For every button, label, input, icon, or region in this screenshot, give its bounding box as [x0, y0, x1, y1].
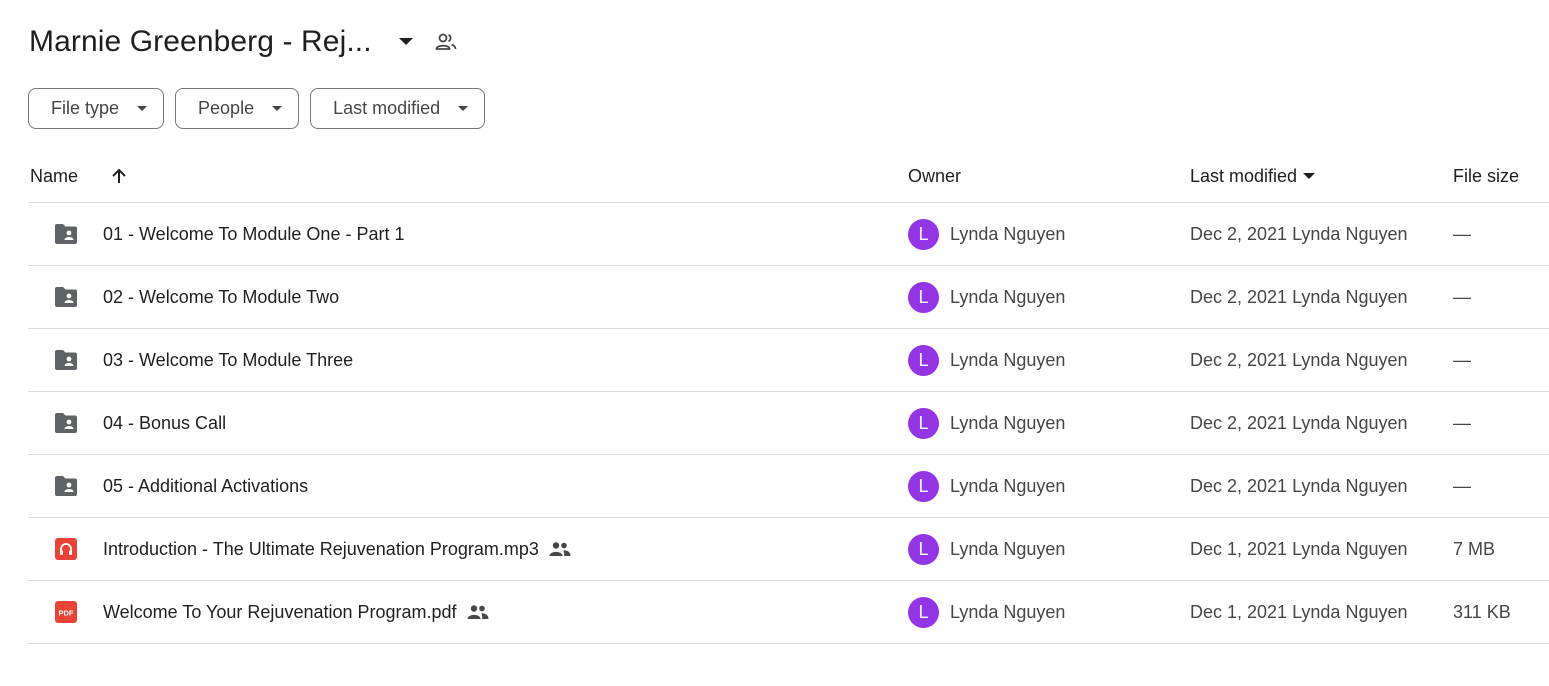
- table-row[interactable]: 05 - Additional Activations L Lynda Nguy…: [28, 455, 1549, 518]
- shared-folder-icon: [52, 329, 80, 391]
- shared-folder-icon: [52, 455, 80, 517]
- owner-avatar[interactable]: L: [908, 407, 939, 439]
- file-size-value: —: [1453, 223, 1471, 244]
- shared-people-button[interactable]: [428, 24, 464, 60]
- file-size-value: —: [1453, 286, 1471, 307]
- last-modified-filter-label: Last modified: [333, 98, 441, 118]
- page-title[interactable]: Marnie Greenberg - Rej...: [29, 25, 372, 59]
- caret-down-icon: [137, 106, 148, 111]
- title-dropdown-button[interactable]: [388, 24, 424, 60]
- people-icon: [435, 33, 457, 50]
- svg-text:PDF: PDF: [59, 609, 74, 618]
- owner-name: Lynda Nguyen: [950, 538, 1066, 559]
- owner-name: Lynda Nguyen: [950, 601, 1066, 622]
- owner-avatar[interactable]: L: [908, 218, 939, 250]
- file-type-filter[interactable]: File type: [28, 88, 165, 129]
- file-name: 05 - Additional Activations: [103, 475, 309, 496]
- file-list: Name Owner Last modified File size 01 - …: [28, 150, 1549, 644]
- last-modified-value: Dec 2, 2021 Lynda Nguyen: [1190, 223, 1408, 244]
- last-modified-value: Dec 1, 2021 Lynda Nguyen: [1190, 538, 1408, 559]
- last-modified-column-header[interactable]: Last modified: [1190, 150, 1316, 202]
- last-modified-value: Dec 2, 2021 Lynda Nguyen: [1190, 475, 1408, 496]
- file-name: Introduction - The Ultimate Rejuvenation…: [103, 538, 539, 559]
- file-size-value: 311 KB: [1453, 601, 1511, 622]
- owner-name: Lynda Nguyen: [950, 475, 1066, 496]
- table-row[interactable]: 02 - Welcome To Module Two L Lynda Nguye…: [28, 266, 1549, 329]
- last-modified-value: Dec 1, 2021 Lynda Nguyen: [1190, 601, 1408, 622]
- shared-people-icon: [467, 604, 489, 620]
- caret-down-icon: [398, 38, 413, 45]
- shared-folder-icon: [52, 392, 80, 454]
- shared-folder-icon: [52, 266, 80, 328]
- owner-name: Lynda Nguyen: [950, 223, 1066, 244]
- last-modified-filter[interactable]: Last modified: [310, 88, 486, 129]
- people-filter-label: People: [198, 98, 255, 118]
- owner-avatar[interactable]: L: [908, 281, 939, 313]
- file-name: 03 - Welcome To Module Three: [103, 349, 354, 370]
- owner-avatar[interactable]: L: [908, 533, 939, 565]
- owner-name: Lynda Nguyen: [950, 286, 1066, 307]
- filter-bar: File type People Last modified: [28, 88, 486, 129]
- owner-avatar[interactable]: L: [908, 596, 939, 628]
- file-size-value: 7 MB: [1453, 538, 1496, 559]
- arrow-up-icon: [112, 168, 126, 183]
- table-header: Name Owner Last modified File size: [28, 150, 1549, 203]
- last-modified-value: Dec 2, 2021 Lynda Nguyen: [1190, 286, 1408, 307]
- table-row[interactable]: 04 - Bonus Call L Lynda Nguyen Dec 2, 20…: [28, 392, 1549, 455]
- sort-direction-button[interactable]: [108, 165, 130, 187]
- owner-avatar[interactable]: L: [908, 470, 939, 502]
- owner-avatar[interactable]: L: [908, 344, 939, 376]
- file-size-column-header: File size: [1453, 165, 1520, 186]
- table-row[interactable]: 01 - Welcome To Module One - Part 1 L Ly…: [28, 203, 1549, 266]
- table-row[interactable]: 03 - Welcome To Module Three L Lynda Ngu…: [28, 329, 1549, 392]
- owner-name: Lynda Nguyen: [950, 349, 1066, 370]
- file-name: 02 - Welcome To Module Two: [103, 286, 340, 307]
- people-filter[interactable]: People: [175, 88, 300, 129]
- file-name: 04 - Bonus Call: [103, 412, 227, 433]
- file-type-filter-label: File type: [51, 98, 120, 118]
- caret-down-icon: [1303, 173, 1316, 179]
- shared-people-icon: [549, 541, 571, 557]
- pdf-file-icon: PDF: [52, 581, 80, 643]
- caret-down-icon: [458, 106, 469, 111]
- last-modified-column-label: Last modified: [1190, 165, 1298, 186]
- audio-file-icon: [52, 518, 80, 580]
- table-row[interactable]: PDF Welcome To Your Rejuvenation Program…: [28, 581, 1549, 644]
- owner-column-header: Owner: [908, 165, 962, 186]
- file-name: 01 - Welcome To Module One - Part 1: [103, 223, 405, 244]
- caret-down-icon: [272, 106, 283, 111]
- page-header: Marnie Greenberg - Rej...: [29, 20, 464, 64]
- file-name: Welcome To Your Rejuvenation Program.pdf: [103, 601, 457, 622]
- last-modified-value: Dec 2, 2021 Lynda Nguyen: [1190, 349, 1408, 370]
- name-column-header[interactable]: Name: [30, 150, 78, 202]
- table-row[interactable]: Introduction - The Ultimate Rejuvenation…: [28, 518, 1549, 581]
- shared-folder-icon: [52, 203, 80, 265]
- last-modified-value: Dec 2, 2021 Lynda Nguyen: [1190, 412, 1408, 433]
- file-size-value: —: [1453, 475, 1471, 496]
- file-size-value: —: [1453, 412, 1471, 433]
- file-size-value: —: [1453, 349, 1471, 370]
- owner-name: Lynda Nguyen: [950, 412, 1066, 433]
